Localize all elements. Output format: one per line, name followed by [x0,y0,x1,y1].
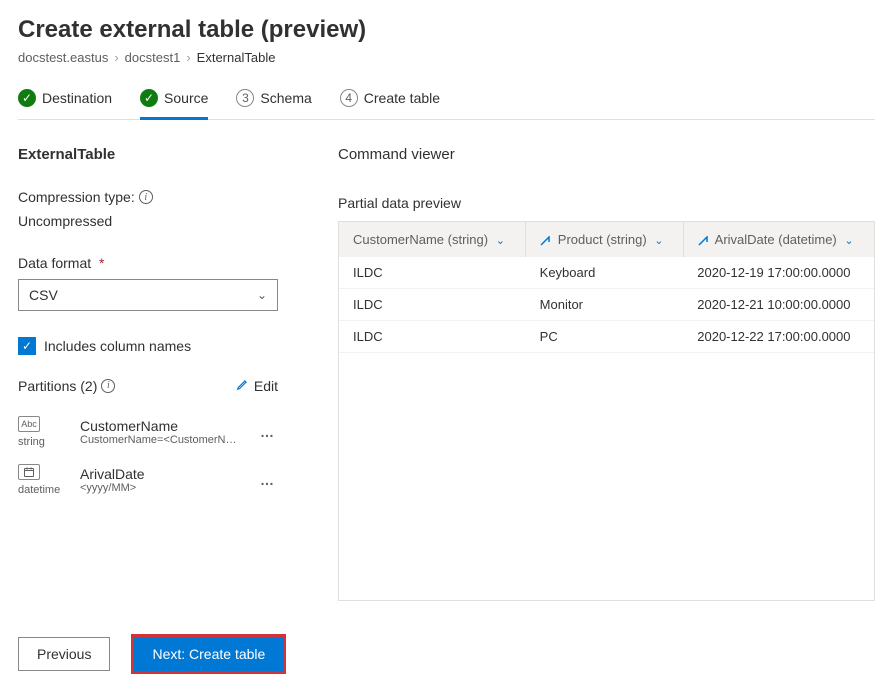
breadcrumb-item[interactable]: docstest.eastus [18,50,108,65]
previous-button[interactable]: Previous [18,637,110,671]
partition-name: CustomerName [80,418,244,434]
new-column-icon [698,236,708,246]
step-label: Source [164,90,208,106]
datetime-type-icon [18,464,40,480]
required-indicator: * [95,255,104,271]
cell: PC [526,321,684,353]
cell: 2020-12-22 17:00:00.0000 [683,321,874,353]
chevron-down-icon: ⌄ [496,235,505,247]
cell: ILDC [339,257,526,289]
column-header-product[interactable]: Product (string) ⌄ [526,222,684,257]
partition-type: datetime [18,484,60,496]
check-icon: ✓ [18,89,36,107]
chevron-down-icon: ⌄ [844,235,853,247]
edit-label: Edit [254,378,278,394]
info-icon[interactable]: i [101,379,115,393]
preview-label: Partial data preview [338,195,875,211]
cell: 2020-12-21 10:00:00.0000 [683,289,874,321]
data-format-label: Data format * [18,255,298,271]
checkbox-label: Includes column names [44,338,191,354]
partition-name: ArivalDate [80,466,244,482]
more-options-button[interactable]: … [256,424,278,440]
step-destination[interactable]: ✓ Destination [18,83,112,120]
table-row: ILDC Keyboard 2020-12-19 17:00:00.0000 [339,257,874,289]
step-number-icon: 4 [340,89,358,107]
checkbox-checked-icon: ✓ [18,337,36,355]
step-label: Destination [42,90,112,106]
step-source[interactable]: ✓ Source [140,83,208,120]
next-create-table-button[interactable]: Next: Create table [134,637,283,671]
left-title: ExternalTable [18,146,298,163]
partition-pattern: <yyyy/MM> [80,482,240,494]
cell: ILDC [339,289,526,321]
info-icon[interactable]: i [139,190,153,204]
check-icon: ✓ [140,89,158,107]
string-type-icon: Abc [18,416,40,432]
data-format-dropdown[interactable]: CSV ⌄ [18,279,278,311]
partition-item: Abc string CustomerName CustomerName=<Cu… [18,408,278,456]
new-column-icon [540,236,550,246]
dropdown-value: CSV [29,287,58,303]
cell: 2020-12-19 17:00:00.0000 [683,257,874,289]
cell: Monitor [526,289,684,321]
table-row: ILDC Monitor 2020-12-21 10:00:00.0000 [339,289,874,321]
partitions-label: Partitions (2) i [18,378,115,394]
more-options-button[interactable]: … [256,472,278,488]
chevron-down-icon: ⌄ [257,288,267,302]
page-title: Create external table (preview) [18,16,875,44]
chevron-down-icon: ⌄ [654,235,663,247]
pencil-icon [236,377,250,394]
step-number-icon: 3 [236,89,254,107]
chevron-right-icon: › [186,50,190,65]
cell: Keyboard [526,257,684,289]
preview-table: CustomerName (string) ⌄ Product (string)… [338,221,875,601]
compression-value: Uncompressed [18,213,298,229]
edit-partitions-button[interactable]: Edit [236,377,278,394]
partition-type: string [18,436,45,448]
cell: ILDC [339,321,526,353]
step-label: Schema [260,90,311,106]
includes-column-names-checkbox[interactable]: ✓ Includes column names [18,337,298,355]
table-row: ILDC PC 2020-12-22 17:00:00.0000 [339,321,874,353]
partition-pattern: CustomerName=<CustomerNam [80,434,240,446]
step-label: Create table [364,90,440,106]
breadcrumb: docstest.eastus › docstest1 › ExternalTa… [18,50,875,65]
compression-label: Compression type: i [18,189,298,205]
footer-actions: Previous Next: Create table [18,637,283,671]
step-schema[interactable]: 3 Schema [236,83,311,120]
step-create-table[interactable]: 4 Create table [340,83,440,120]
partition-item: datetime ArivalDate <yyyy/MM> … [18,456,278,504]
chevron-right-icon: › [114,50,118,65]
column-header-customername[interactable]: CustomerName (string) ⌄ [339,222,526,257]
column-header-arivaldate[interactable]: ArivalDate (datetime) ⌄ [683,222,874,257]
breadcrumb-item-current: ExternalTable [197,50,276,65]
command-viewer-title: Command viewer [338,146,875,163]
wizard-steps: ✓ Destination ✓ Source 3 Schema 4 Create… [18,83,875,120]
breadcrumb-item[interactable]: docstest1 [125,50,181,65]
